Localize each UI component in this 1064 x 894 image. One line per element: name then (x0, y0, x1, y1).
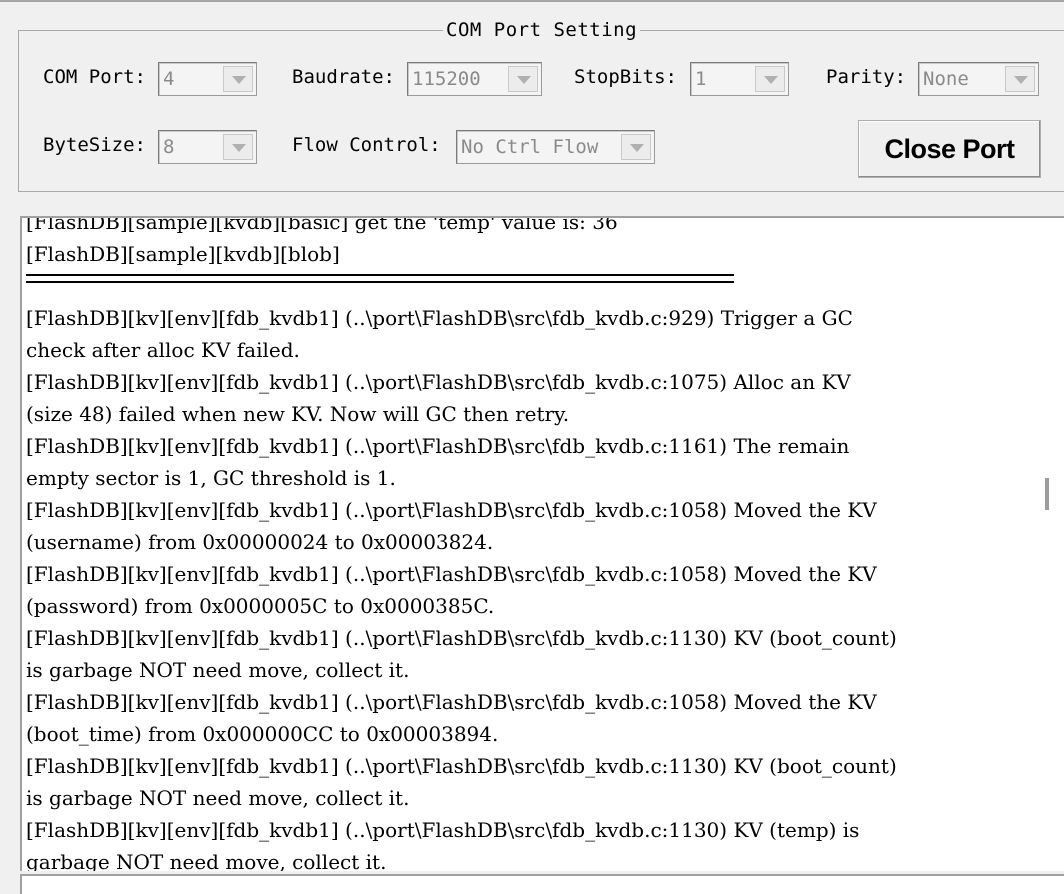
console-line: is garbage NOT need move, collect it. (26, 786, 410, 810)
bytesize-value: 8 (163, 136, 175, 158)
console-line: is garbage NOT need move, collect it. (26, 658, 410, 682)
com-port-value: 4 (163, 68, 175, 90)
stopbits-select[interactable]: 1 (690, 62, 789, 96)
console-line: empty sector is 1, GC threshold is 1. (26, 466, 396, 490)
parity-value: None (923, 68, 969, 90)
stopbits-label: StopBits: (574, 66, 677, 88)
console-line: [FlashDB][kv][env][fdb_kvdb1] (..\port\F… (26, 498, 877, 522)
console-line: [FlashDB][kv][env][fdb_kvdb1] (..\port\F… (26, 754, 897, 778)
parity-label: Parity: (826, 66, 907, 88)
stopbits-value: 1 (695, 68, 707, 90)
bytesize-label: ByteSize: (43, 134, 146, 156)
chevron-down-icon[interactable] (755, 66, 785, 92)
console-line: [FlashDB][kv][env][fdb_kvdb1] (..\port\F… (26, 562, 877, 586)
chevron-down-icon[interactable] (223, 66, 253, 92)
chevron-down-icon[interactable] (223, 134, 253, 160)
serial-output-console[interactable]: [FlashDB][sample][kvdb][basic] get the '… (20, 216, 1064, 871)
send-input-field[interactable] (20, 874, 1064, 894)
close-port-button[interactable]: Close Port (858, 120, 1041, 178)
console-line: [FlashDB][sample][kvdb][basic] get the '… (26, 216, 618, 234)
console-line: garbage NOT need move, collect it. (26, 850, 387, 871)
chevron-down-icon[interactable] (508, 66, 538, 92)
separator-line (26, 274, 734, 283)
baudrate-label: Baudrate: (292, 66, 395, 88)
baudrate-select[interactable]: 115200 (407, 62, 542, 96)
console-line: [FlashDB][kv][env][fdb_kvdb1] (..\port\F… (26, 690, 877, 714)
console-line: (username) from 0x00000024 to 0x00003824… (26, 530, 494, 554)
parity-select[interactable]: None (918, 62, 1039, 96)
console-line: [FlashDB][kv][env][fdb_kvdb1] (..\port\F… (26, 306, 853, 330)
chevron-down-icon[interactable] (621, 134, 651, 160)
group-title: COM Port Setting (443, 19, 641, 41)
window-top-border (0, 0, 1064, 2)
console-line: [FlashDB][kv][env][fdb_kvdb1] (..\port\F… (26, 370, 851, 394)
console-line: [FlashDB][kv][env][fdb_kvdb1] (..\port\F… (26, 434, 850, 458)
com-port-select[interactable]: 4 (158, 62, 257, 96)
console-line: [FlashDB][kv][env][fdb_kvdb1] (..\port\F… (26, 626, 897, 650)
flow-control-select[interactable]: No Ctrl Flow (456, 130, 655, 164)
console-line: (password) from 0x0000005C to 0x0000385C… (26, 594, 495, 618)
console-line: [FlashDB][sample][kvdb][blob] (26, 242, 340, 266)
console-line: check after alloc KV failed. (26, 338, 300, 362)
chevron-down-icon[interactable] (1005, 66, 1035, 92)
console-line: (boot_time) from 0x000000CC to 0x0000389… (26, 722, 499, 746)
bytesize-select[interactable]: 8 (158, 130, 257, 164)
console-lines: [FlashDB][sample][kvdb][basic] get the '… (26, 216, 1026, 871)
scrollbar-thumb[interactable] (1045, 478, 1049, 510)
console-line: (size 48) failed when new KV. Now will G… (26, 402, 570, 426)
com-port-label: COM Port: (43, 66, 146, 88)
flow-control-value: No Ctrl Flow (461, 136, 599, 158)
console-line: [FlashDB][kv][env][fdb_kvdb1] (..\port\F… (26, 818, 860, 842)
baudrate-value: 115200 (412, 68, 481, 90)
flow-control-label: Flow Control: (292, 134, 441, 156)
